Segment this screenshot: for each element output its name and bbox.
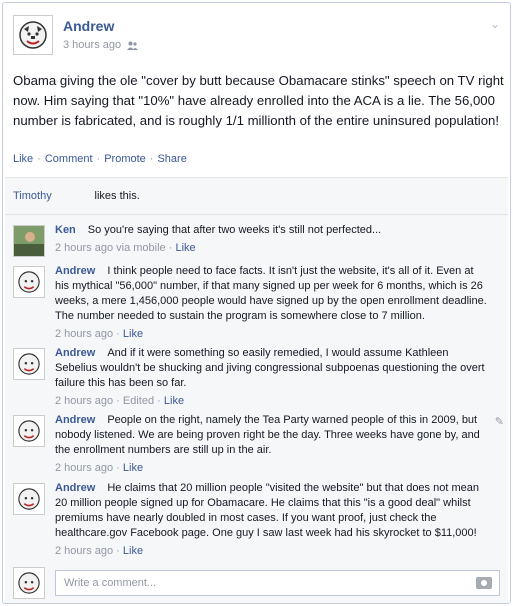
post-header: Andrew 3 hours ago ⌄ bbox=[13, 13, 500, 57]
comment-like-link[interactable]: Like bbox=[175, 242, 195, 254]
comment-author[interactable]: Andrew bbox=[55, 482, 95, 494]
comment-author[interactable]: Ken bbox=[55, 224, 76, 236]
comment-placeholder: Write a comment... bbox=[64, 577, 157, 589]
comment-text: People on the right, namely the Tea Part… bbox=[55, 414, 480, 456]
separator: · bbox=[116, 545, 120, 557]
likes-summary: Timothy likes this. bbox=[5, 177, 508, 215]
comment-item: Andrew I think people need to face facts.… bbox=[5, 264, 508, 342]
comment-like-link[interactable]: Like bbox=[123, 462, 143, 474]
edit-pencil-icon[interactable]: ✎ bbox=[495, 415, 504, 428]
commenter-avatar[interactable] bbox=[13, 415, 45, 447]
comment-author[interactable]: Andrew bbox=[55, 265, 95, 277]
commenter-avatar[interactable] bbox=[13, 483, 45, 515]
comment-like-link[interactable]: Like bbox=[123, 328, 143, 340]
comment-like-link[interactable]: Like bbox=[123, 545, 143, 557]
bulldog-icon bbox=[18, 353, 40, 375]
comment-time[interactable]: 2 hours ago bbox=[55, 545, 113, 557]
camera-icon[interactable] bbox=[476, 577, 492, 589]
comment-like-link[interactable]: Like bbox=[164, 395, 184, 407]
comment-meta: 2 hours ago · Edited · Like bbox=[55, 394, 490, 409]
post-card: Andrew 3 hours ago ⌄ Obama giving the ol… bbox=[2, 2, 511, 604]
promote-link[interactable]: Promote bbox=[104, 153, 146, 165]
bulldog-icon bbox=[18, 271, 40, 293]
post-meta: 3 hours ago bbox=[63, 39, 139, 51]
comment-composer: Write a comment... bbox=[5, 565, 508, 605]
comment-item: Ken So you're saying that after two weeks… bbox=[5, 223, 508, 263]
separator: · bbox=[168, 242, 173, 254]
comments-section: Ken So you're saying that after two weeks… bbox=[5, 215, 508, 603]
separator: · bbox=[116, 462, 120, 474]
bulldog-icon bbox=[18, 420, 40, 442]
post-actions: Like · Comment · Promote · Share bbox=[13, 153, 187, 165]
liker-name[interactable]: Timothy bbox=[13, 190, 52, 202]
bulldog-icon bbox=[18, 488, 40, 510]
comment-input[interactable]: Write a comment... bbox=[55, 570, 500, 596]
likes-suffix: likes this. bbox=[94, 190, 140, 202]
comment-item: Andrew He claims that 20 million people "… bbox=[5, 481, 508, 559]
separator: · bbox=[157, 395, 161, 407]
comment-author[interactable]: Andrew bbox=[55, 347, 95, 359]
comment-author[interactable]: Andrew bbox=[55, 414, 95, 426]
comment-text: I think people need to face facts. It is… bbox=[55, 265, 487, 322]
separator: · bbox=[149, 153, 154, 165]
comment-meta: 2 hours ago · Like bbox=[55, 327, 490, 342]
edited-label[interactable]: Edited bbox=[123, 395, 154, 407]
comment-item: Andrew And if it were something so easily… bbox=[5, 346, 508, 408]
comment-text: And if it were something so easily remed… bbox=[55, 347, 485, 389]
comment-text: So you're saying that after two weeks it… bbox=[87, 224, 382, 236]
comment-meta: 2 hours ago · Like bbox=[55, 461, 490, 476]
comment-body: Andrew People on the right, namely the Te… bbox=[55, 413, 490, 476]
commenter-avatar[interactable] bbox=[13, 348, 45, 380]
commenter-avatar[interactable] bbox=[13, 266, 45, 298]
separator: · bbox=[37, 153, 41, 165]
comment-text: He claims that 20 million people "visite… bbox=[55, 482, 479, 539]
bulldog-icon bbox=[18, 572, 40, 594]
chevron-down-icon[interactable]: ⌄ bbox=[490, 17, 500, 31]
author-avatar[interactable] bbox=[13, 15, 53, 55]
comment-time[interactable]: 2 hours ago via mobile bbox=[55, 242, 166, 254]
separator: · bbox=[116, 328, 120, 340]
likes-text: Timothy likes this. bbox=[13, 190, 140, 202]
comment-meta: 2 hours ago · Like bbox=[55, 544, 490, 559]
comment-link[interactable]: Comment bbox=[45, 153, 93, 165]
comment-time[interactable]: 2 hours ago bbox=[55, 395, 113, 407]
comment-body: Andrew He claims that 20 million people "… bbox=[55, 481, 490, 559]
comment-body: Ken So you're saying that after two weeks… bbox=[55, 223, 490, 256]
photo-avatar-icon bbox=[14, 226, 44, 256]
comment-meta: 2 hours ago via mobile · Like bbox=[55, 241, 490, 256]
comment-time[interactable]: 2 hours ago bbox=[55, 328, 113, 340]
post-timestamp[interactable]: 3 hours ago bbox=[63, 39, 121, 51]
comment-body: Andrew And if it were something so easily… bbox=[55, 346, 490, 409]
separator: · bbox=[96, 153, 101, 165]
commenter-avatar[interactable] bbox=[13, 225, 45, 257]
like-link[interactable]: Like bbox=[13, 153, 33, 165]
author-name[interactable]: Andrew bbox=[63, 18, 114, 34]
friends-privacy-icon[interactable] bbox=[127, 41, 139, 50]
comment-item: Andrew People on the right, namely the Te… bbox=[5, 413, 508, 475]
bulldog-icon bbox=[19, 21, 47, 49]
separator: · bbox=[116, 395, 120, 407]
share-link[interactable]: Share bbox=[157, 153, 186, 165]
comment-body: Andrew I think people need to face facts.… bbox=[55, 264, 490, 342]
viewer-avatar bbox=[13, 567, 45, 599]
comment-time[interactable]: 2 hours ago bbox=[55, 462, 113, 474]
post-text: Obama giving the ole "cover by butt beca… bbox=[13, 73, 504, 128]
